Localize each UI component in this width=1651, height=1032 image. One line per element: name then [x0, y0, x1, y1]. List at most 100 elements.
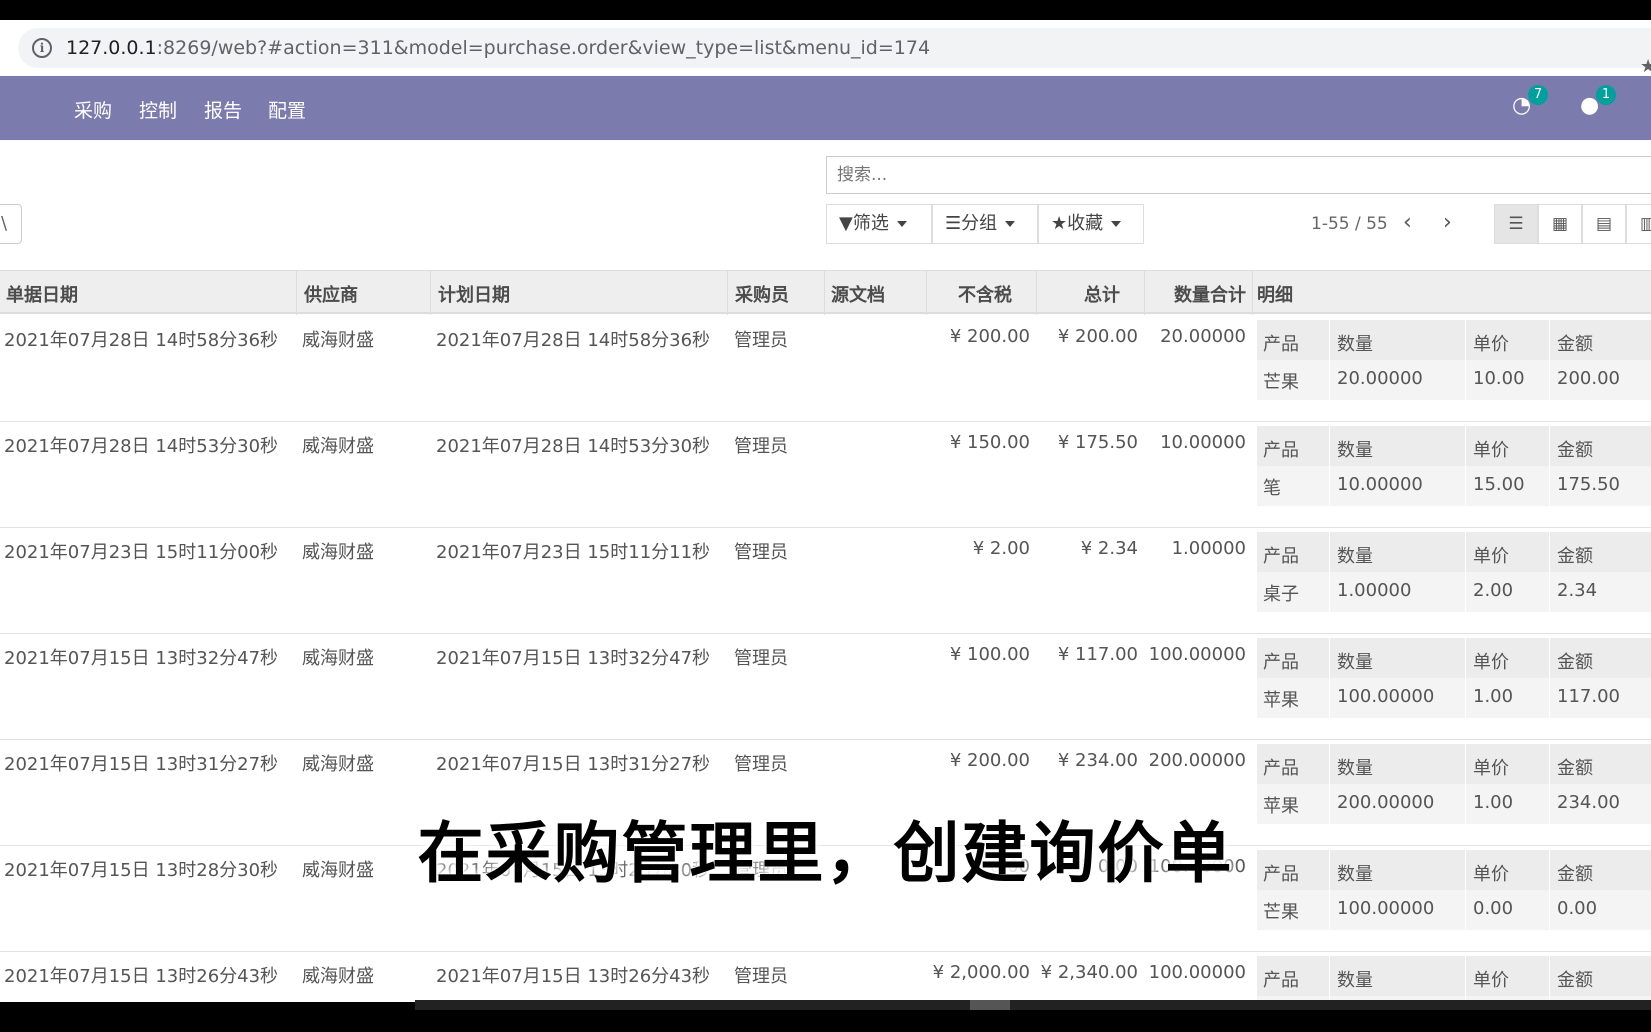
filter-button[interactable]: ▼筛选	[826, 204, 932, 244]
cell-vendor: 威海财盛	[302, 436, 374, 457]
kanban-view-icon[interactable]: ▦	[1538, 204, 1582, 244]
detail-header-cell: 产品	[1263, 546, 1299, 567]
pager-previous-icon[interactable]: ‹	[1403, 210, 1412, 235]
create-button[interactable]: \	[0, 204, 22, 244]
detail-header-cell: 数量	[1337, 970, 1373, 991]
message-count-badge: 1	[1596, 85, 1616, 105]
browser-window: i 127.0.0.1:8269/web?#action=311&model=p…	[0, 20, 1651, 1002]
detail-divider	[1329, 638, 1330, 718]
url-text[interactable]: 127.0.0.1:8269/web?#action=311&model=pur…	[66, 37, 930, 59]
table-row[interactable]: 2021年07月28日 14时53分30秒 威海财盛 2021年07月28日 14时…	[0, 422, 1651, 528]
nav-item-control[interactable]: 控制	[139, 96, 177, 123]
detail-divider	[1465, 532, 1466, 612]
detail-cell-qty: 20.00000	[1337, 368, 1423, 389]
search-input[interactable]	[837, 165, 1537, 185]
nav-item-reporting[interactable]: 报告	[204, 96, 242, 123]
cell-vendor: 威海财盛	[302, 542, 374, 563]
detail-header-cell: 单价	[1473, 970, 1509, 991]
pager-next-icon[interactable]: ›	[1443, 210, 1452, 235]
col-vendor-header[interactable]: 供应商	[304, 281, 358, 307]
cell-vendor: 威海财盛	[302, 648, 374, 669]
group-by-button[interactable]: ☰分组	[932, 204, 1038, 244]
horizontal-scrollbar[interactable]	[415, 1000, 1651, 1010]
list-view-icon[interactable]: ☰	[1494, 204, 1538, 244]
bookmark-star-icon[interactable]: ★	[1640, 56, 1651, 77]
site-info-icon[interactable]: i	[32, 38, 52, 58]
cell-buyer: 管理员	[734, 330, 788, 351]
detail-header-cell: 单价	[1473, 758, 1509, 779]
chevron-down-icon	[1111, 221, 1122, 227]
cell-buyer: 管理员	[734, 754, 788, 775]
scrollbar-thumb[interactable]	[970, 1000, 1010, 1010]
nav-item-configuration[interactable]: 配置	[268, 96, 306, 123]
detail-header-cell: 数量	[1337, 334, 1373, 355]
table-row[interactable]: 2021年07月15日 13时32分47秒 威海财盛 2021年07月15日 13时…	[0, 634, 1651, 740]
detail-header-cell: 金额	[1557, 758, 1593, 779]
group-by-label: 分组	[961, 213, 998, 234]
column-divider	[296, 271, 297, 315]
detail-divider	[1465, 638, 1466, 718]
col-qty-header[interactable]: 数量合计	[1136, 281, 1246, 307]
detail-cell-product: 苹果	[1263, 690, 1299, 711]
detail-cell-price: 2.00	[1473, 580, 1514, 601]
detail-divider	[1329, 956, 1330, 1002]
cell-date: 2021年07月28日 14时53分30秒	[4, 436, 279, 457]
detail-divider	[1329, 426, 1330, 506]
column-divider	[1144, 271, 1145, 315]
pivot-view-icon[interactable]: ▤	[1582, 204, 1626, 244]
detail-header-cell: 产品	[1263, 970, 1299, 991]
cell-vendor: 威海财盛	[302, 754, 374, 775]
cell-qty: 1.00000	[1171, 538, 1246, 559]
detail-divider	[1549, 638, 1550, 718]
detail-divider	[1329, 320, 1330, 400]
messaging-menu[interactable]: ● 1	[1580, 85, 1616, 118]
favorites-button[interactable]: ★收藏	[1038, 204, 1144, 244]
detail-cell-qty: 10.00000	[1337, 474, 1423, 495]
activity-menu[interactable]: ◔ 7	[1512, 85, 1548, 118]
col-detail-header[interactable]: 明细	[1257, 281, 1293, 307]
col-planned-date-header[interactable]: 计划日期	[438, 281, 510, 307]
detail-cell-qty: 100.00000	[1337, 898, 1435, 919]
order-line-detail: 产品 数量 单价 金额 苹果 100.00000 1.00 117.00	[1257, 638, 1651, 718]
cell-planned: 2021年07月28日 14时53分30秒	[436, 436, 711, 457]
detail-header-cell: 金额	[1557, 440, 1593, 461]
cell-qty: 200.00000	[1148, 750, 1246, 771]
detail-header-cell: 数量	[1337, 758, 1373, 779]
cell-planned: 2021年07月15日 13时31分27秒	[436, 754, 711, 775]
nav-item-purchase[interactable]: 采购	[74, 96, 112, 123]
table-row[interactable]: 2021年07月28日 14时58分36秒 威海财盛 2021年07月28日 14时…	[0, 316, 1651, 422]
detail-header-cell: 单价	[1473, 546, 1509, 567]
top-navbar: 采购 控制 报告 配置 ◔ 7 ● 1	[0, 76, 1651, 140]
pager-value[interactable]: 1-55 / 55	[1311, 214, 1388, 234]
detail-header-cell: 数量	[1337, 652, 1373, 673]
detail-divider	[1329, 532, 1330, 612]
col-total-header[interactable]: 总计	[1028, 281, 1120, 307]
detail-divider	[1465, 320, 1466, 400]
detail-header-cell: 单价	[1473, 334, 1509, 355]
col-buyer-header[interactable]: 采购员	[735, 281, 789, 307]
column-divider	[926, 271, 927, 315]
star-icon: ★	[1051, 213, 1068, 234]
detail-cell-amount: 0.00	[1557, 898, 1598, 919]
col-untaxed-header[interactable]: 不含税	[920, 281, 1012, 307]
search-box[interactable]	[826, 156, 1651, 194]
url-field[interactable]: i 127.0.0.1:8269/web?#action=311&model=p…	[18, 28, 1651, 68]
table-row[interactable]: 2021年07月23日 15时11分00秒 威海财盛 2021年07月23日 15时…	[0, 528, 1651, 634]
column-divider	[1252, 271, 1253, 315]
graph-view-icon[interactable]: ▥	[1626, 204, 1651, 244]
table-header: 单据日期 供应商 计划日期 采购员 源文档 不含税 总计 数量合计 明细	[0, 270, 1651, 315]
detail-header-cell: 数量	[1337, 546, 1373, 567]
detail-header-cell: 数量	[1337, 440, 1373, 461]
table-row[interactable]: 2021年07月15日 13时26分43秒 威海财盛 2021年07月15日 13时…	[0, 952, 1651, 1002]
order-line-detail: 产品 数量 单价 金额 芒果 20.00000 10.00 200.00	[1257, 320, 1651, 400]
activity-count-badge: 7	[1528, 85, 1548, 105]
cell-qty: 20.00000	[1160, 326, 1246, 347]
detail-cell-qty: 100.00000	[1337, 686, 1435, 707]
cell-buyer: 管理员	[734, 436, 788, 457]
col-date-header[interactable]: 单据日期	[6, 281, 78, 307]
col-source-header[interactable]: 源文档	[831, 281, 885, 307]
column-divider	[824, 271, 825, 315]
detail-cell-price: 0.00	[1473, 898, 1514, 919]
detail-divider	[1549, 532, 1550, 612]
column-divider	[430, 271, 431, 315]
